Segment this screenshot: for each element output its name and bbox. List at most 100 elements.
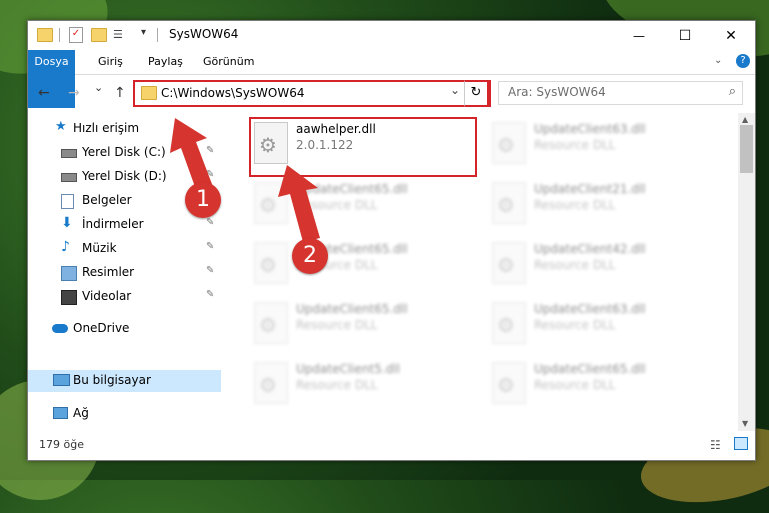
file-name: UpdateClient65.dll — [296, 182, 408, 196]
dll-file-icon: ⚙ — [254, 182, 288, 224]
explorer-window: ✓ ☰ ▾ SysWOW64 — ☐ ✕ Dosya Giriş Paylaş … — [27, 20, 756, 461]
details-view-icon[interactable]: ☷ — [710, 438, 721, 452]
step-badge-2: 2 — [292, 238, 328, 274]
folder-icon — [37, 28, 53, 42]
dll-file-icon: ⚙ — [492, 122, 526, 164]
music-icon: ♪ — [61, 239, 70, 255]
file-type: Resource DLL — [534, 198, 616, 212]
minimize-button[interactable]: — — [616, 21, 662, 50]
file-item[interactable]: ⚙ UpdateClient5.dll Resource DLL — [248, 357, 478, 415]
highlight-box — [249, 117, 477, 177]
file-type: Resource DLL — [534, 258, 616, 272]
chevron-down-icon[interactable]: ⌄ — [714, 55, 722, 66]
pin-icon[interactable]: ✎ — [206, 169, 214, 180]
file-type: Resource DLL — [296, 198, 378, 212]
file-name: UpdateClient21.dll — [534, 182, 646, 196]
file-type: Resource DLL — [534, 138, 616, 152]
file-type: Resource DLL — [534, 318, 616, 332]
search-input[interactable]: Ara: SysWOW64 ⌕ — [498, 81, 743, 105]
folder-icon — [141, 86, 157, 100]
search-placeholder: Ara: SysWOW64 — [508, 85, 606, 99]
file-type: Resource DLL — [296, 378, 378, 392]
file-name: UpdateClient5.dll — [296, 362, 400, 376]
documents-icon — [61, 194, 74, 209]
gear-icon: ⚙ — [497, 133, 515, 157]
dll-file-icon: ⚙ — [492, 182, 526, 224]
pin-icon[interactable]: ✎ — [206, 145, 214, 156]
address-dropdown-button[interactable]: ⌄ — [450, 83, 460, 97]
chevron-down-icon[interactable]: ▾ — [141, 27, 146, 38]
separator — [157, 28, 158, 42]
star-icon: ★ — [55, 119, 67, 134]
sidebar-item-pictures[interactable]: Resimler ✎ — [28, 262, 221, 284]
new-folder-icon[interactable] — [91, 28, 107, 42]
back-button[interactable]: ← — [38, 85, 50, 101]
file-item[interactable]: ⚙ UpdateClient65.dll Resource DLL — [486, 357, 716, 415]
gear-icon: ⚙ — [497, 193, 515, 217]
sidebar-item-downloads[interactable]: ⬇ İndirmeler ✎ — [28, 214, 221, 236]
address-text: C:\Windows\SysWOW64 — [161, 86, 305, 100]
cloud-icon — [52, 324, 68, 333]
navigation-pane: ★ Hızlı erişim Yerel Disk (C:) ✎ Yerel D… — [28, 113, 221, 431]
gear-icon: ⚙ — [497, 373, 515, 397]
file-name: UpdateClient65.dll — [296, 302, 408, 316]
large-icons-view-icon[interactable] — [734, 437, 748, 450]
file-item[interactable]: ⚙ UpdateClient65.dll Resource DLL — [248, 237, 478, 295]
step-badge-1: 1 — [185, 182, 221, 218]
dll-file-icon: ⚙ — [254, 302, 288, 344]
properties-icon[interactable]: ✓ — [69, 27, 83, 43]
status-bar: 179 öğe ☷ — [28, 433, 755, 460]
customize-icon[interactable]: ☰ — [113, 28, 123, 41]
pin-icon[interactable]: ✎ — [206, 217, 214, 228]
gear-icon: ⚙ — [259, 193, 277, 217]
help-icon[interactable]: ? — [736, 54, 750, 68]
dll-file-icon: ⚙ — [492, 302, 526, 344]
download-icon: ⬇ — [61, 215, 73, 231]
sidebar-item-onedrive[interactable]: OneDrive — [28, 318, 221, 340]
recent-locations-button[interactable]: ⌄ — [94, 81, 103, 94]
file-name: UpdateClient63.dll — [534, 302, 646, 316]
address-bar[interactable]: C:\Windows\SysWOW64 ⌄ — [133, 80, 491, 107]
up-button[interactable]: ↑ — [114, 85, 126, 101]
sidebar-item-music[interactable]: ♪ Müzik ✎ — [28, 238, 221, 260]
sidebar-item-quick-access[interactable]: ★ Hızlı erişim — [28, 118, 221, 140]
sidebar-item-disk-c[interactable]: Yerel Disk (C:) ✎ — [28, 142, 221, 164]
file-item[interactable]: ⚙ UpdateClient63.dll Resource DLL — [486, 117, 716, 175]
item-count: 179 öğe — [39, 438, 84, 451]
gear-icon: ⚙ — [259, 373, 277, 397]
file-name: UpdateClient63.dll — [534, 122, 646, 136]
maximize-button[interactable]: ☐ — [662, 21, 708, 50]
tab-home[interactable]: Giriş — [88, 50, 133, 74]
dll-file-icon: ⚙ — [492, 242, 526, 284]
pictures-icon — [61, 266, 77, 281]
navigation-bar: ← → ⌄ ↑ C:\Windows\SysWOW64 ⌄ ↻ Ara: Sys… — [28, 75, 755, 111]
sidebar-item-this-pc[interactable]: Bu bilgisayar — [28, 370, 221, 392]
pin-icon[interactable]: ✎ — [206, 241, 214, 252]
file-item[interactable]: ⚙ UpdateClient65.dll Resource DLL — [248, 297, 478, 355]
tab-view[interactable]: Görünüm — [193, 50, 264, 74]
scroll-up-icon[interactable]: ▲ — [742, 115, 748, 124]
file-item[interactable]: ⚙ UpdateClient21.dll Resource DLL — [486, 177, 716, 235]
refresh-button[interactable]: ↻ — [464, 80, 489, 107]
tab-share[interactable]: Paylaş — [138, 50, 193, 74]
pin-icon[interactable]: ✎ — [206, 289, 214, 300]
separator — [59, 28, 60, 42]
forward-button[interactable]: → — [68, 85, 80, 101]
scrollbar-thumb[interactable] — [740, 125, 753, 173]
close-button[interactable]: ✕ — [708, 21, 754, 50]
file-name: UpdateClient65.dll — [534, 362, 646, 376]
vertical-scrollbar[interactable]: ▲ ▼ — [738, 113, 755, 431]
drive-icon — [61, 173, 77, 182]
sidebar-item-videos[interactable]: Videolar ✎ — [28, 286, 221, 308]
gear-icon: ⚙ — [497, 253, 515, 277]
file-item[interactable]: ⚙ UpdateClient42.dll Resource DLL — [486, 237, 716, 295]
file-item[interactable]: ⚙ UpdateClient65.dll Resource DLL — [248, 177, 478, 235]
file-type: Resource DLL — [534, 378, 616, 392]
sidebar-item-network[interactable]: Ağ — [28, 403, 221, 425]
file-name: UpdateClient42.dll — [534, 242, 646, 256]
ribbon-tabs: Dosya Giriş Paylaş Görünüm ⌄ ? — [28, 50, 755, 108]
file-item[interactable]: ⚙ UpdateClient63.dll Resource DLL — [486, 297, 716, 355]
scroll-down-icon[interactable]: ▼ — [742, 419, 748, 428]
pin-icon[interactable]: ✎ — [206, 265, 214, 276]
gear-icon: ⚙ — [259, 253, 277, 277]
